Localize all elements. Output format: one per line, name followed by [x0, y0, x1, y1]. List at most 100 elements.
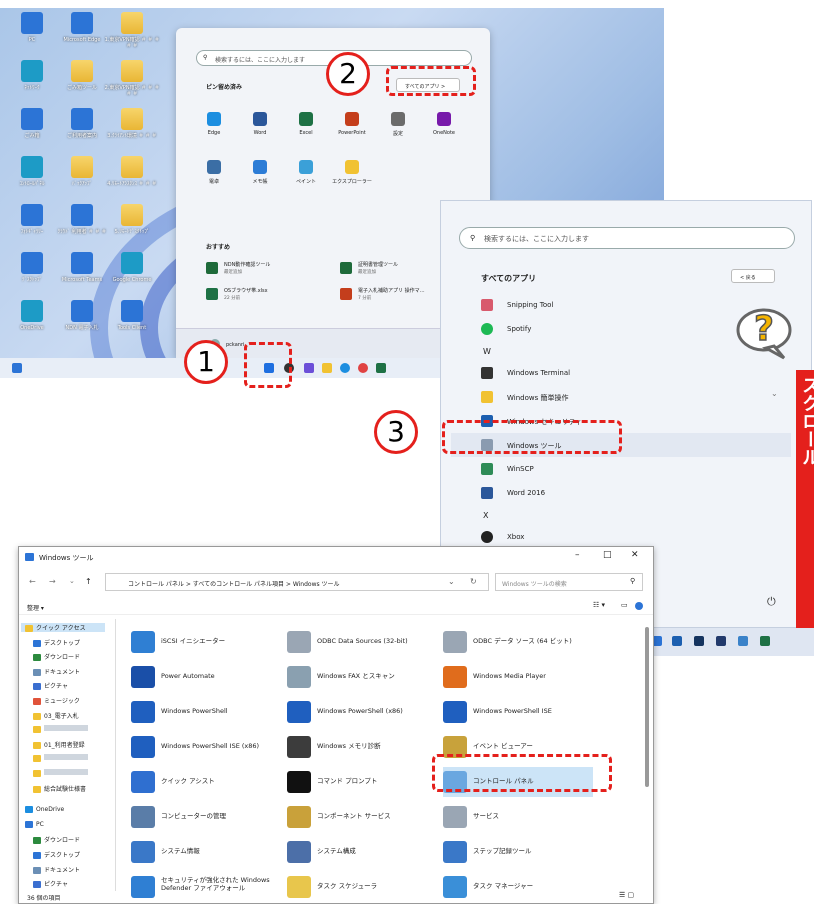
app-list-item[interactable]: Word 2016	[451, 481, 791, 505]
pinned-app[interactable]: 設定	[378, 112, 418, 137]
tool-item[interactable]: ステップ記録ツール	[443, 837, 593, 867]
desktop-icon[interactable]: PC	[4, 12, 60, 43]
tool-item[interactable]: iSCSI イニシエーター	[131, 627, 281, 657]
tool-item[interactable]: ODBC Data Sources (32-bit)	[287, 627, 437, 657]
tool-item[interactable]: システム構成	[287, 837, 437, 867]
minimize-icon[interactable]: –	[575, 550, 580, 560]
tool-icon[interactable]	[738, 636, 748, 646]
desktop-icon[interactable]: ｺﾝﾄﾛｰﾙﾊﾟﾈﾙ	[4, 156, 60, 187]
desktop-icon[interactable]: 2.東京VPN確認 ＃ ＃ ＃ ＃ ＃	[104, 60, 160, 97]
nav-item[interactable]: ミュージック	[33, 696, 80, 705]
desktop-icon[interactable]: Microsoft Edge	[54, 12, 110, 43]
tool-item[interactable]: コンポーネント サービス	[287, 802, 437, 832]
pinned-app[interactable]: Excel	[286, 112, 326, 136]
nav-item[interactable]: OneDrive	[25, 806, 64, 814]
nav-item[interactable]: 01_利用者登録	[33, 740, 85, 749]
recommended-item[interactable]: NDN動作確認ツール 最近追加	[206, 258, 332, 280]
desktop-icon[interactable]: 1.東京VPN確認 ＃ ＃ ＃ ＃ ＃	[104, 12, 160, 49]
desktop-icon[interactable]: 3.ｸﾗｲｱﾝﾄ環境 ＃ ＃ ＃	[104, 108, 160, 139]
preview-pane-icon[interactable]: ▭	[621, 601, 628, 609]
explorer-search-box[interactable]: Windows ツールの検索 ⚲	[495, 573, 643, 591]
chat-icon[interactable]	[304, 363, 314, 373]
widgets-icon[interactable]	[12, 363, 22, 373]
nav-item[interactable]	[33, 725, 88, 734]
nav-item[interactable]: 03_電子入札	[33, 711, 79, 720]
letter-header[interactable]: W	[483, 347, 491, 356]
desktop-icon[interactable]: ﾃﾞｽｸﾄｯﾌﾟ	[4, 252, 60, 283]
tool-item[interactable]: システム情報	[131, 837, 281, 867]
refresh-icon[interactable]: ↻	[470, 577, 477, 586]
acrobat-icon[interactable]	[716, 636, 726, 646]
chevron-down-icon[interactable]: ⌄	[448, 577, 455, 586]
pinned-app[interactable]: ペイント	[286, 160, 326, 185]
desktop-icon[interactable]: ﾊﾞｯｸｱｯﾌﾟ	[54, 156, 110, 187]
l-app-icon[interactable]	[694, 636, 704, 646]
power-icon[interactable]: ⏻	[767, 595, 776, 609]
chrome-icon[interactable]	[358, 363, 368, 373]
details-view-icon[interactable]: ☰ ▢	[619, 891, 634, 899]
tool-item[interactable]: Windows Media Player	[443, 662, 593, 692]
desktop-icon[interactable]: NDN 電子入札	[54, 300, 110, 331]
app-list-item[interactable]: Windows Terminal	[451, 361, 791, 385]
desktop-icon[interactable]: ｸﾗｳﾄﾞ 利用者 ＃ ＃ ＃	[54, 204, 110, 235]
back-arrow-icon[interactable]: ←	[29, 577, 36, 586]
forward-arrow-icon[interactable]: →	[49, 577, 56, 586]
tool-item[interactable]: Windows メモリ診断	[287, 732, 437, 762]
tool-item[interactable]: クイック アシスト	[131, 767, 281, 797]
tool-item[interactable]: Windows PowerShell ISE (x86)	[131, 732, 281, 762]
excel-icon[interactable]	[376, 363, 386, 373]
chevron-down-icon[interactable]: ⌄	[771, 389, 778, 398]
pinned-app[interactable]: 電卓	[194, 160, 234, 185]
desktop-icon[interactable]: 5.ﾘﾓｰﾄﾃﾞｽｸﾄｯﾌﾟ	[104, 204, 160, 235]
nav-item[interactable]: クイック アクセス	[21, 623, 105, 632]
desktop-icon[interactable]: Microsoft Teams	[54, 252, 110, 283]
tool-item[interactable]: Windows PowerShell	[131, 697, 281, 727]
desktop-icon[interactable]: ﾌｫﾄｷﾞｬﾗﾘｰ	[4, 204, 60, 235]
back-button[interactable]: < 戻る	[731, 269, 775, 283]
tool-item[interactable]: Windows PowerShell (x86)	[287, 697, 437, 727]
tool-item[interactable]: コマンド プロンプト	[287, 767, 437, 797]
desktop-icon[interactable]: ごみ箱ツール	[54, 60, 110, 91]
desktop-icon[interactable]: OneDrive	[4, 300, 60, 331]
letter-header[interactable]: X	[483, 511, 488, 520]
desktop-icon[interactable]: Tools Client	[104, 300, 160, 331]
tool-item[interactable]: タスク マネージャー	[443, 872, 593, 902]
tool-item[interactable]: Windows PowerShell ISE	[443, 697, 593, 727]
desktop-icon[interactable]: 4.ﾘﾓｰﾄｱｼｽﾀﾝｽ ＃ ＃ ＃	[104, 156, 160, 187]
app-list-item[interactable]: Windows 簡単操作	[451, 385, 791, 409]
up-arrow-icon[interactable]: ↑	[85, 577, 92, 586]
content-scrollbar[interactable]	[645, 627, 649, 787]
desktop-icon[interactable]: ご利用者案内	[54, 108, 110, 139]
all-apps-search-box[interactable]: ⚲ 検索するには、ここに入力します	[459, 227, 795, 249]
recommended-item[interactable]: OSブラウザ帯.xlsx 22 分前	[206, 284, 332, 306]
pinned-app[interactable]: OneNote	[424, 112, 464, 136]
dropdown-icon[interactable]: ⌄	[69, 577, 75, 585]
nav-item[interactable]: ドキュメント	[33, 865, 80, 874]
pinned-app[interactable]: Word	[240, 112, 280, 136]
tool-item[interactable]: セキュリティが強化された Windows Defender ファイアウォール	[131, 872, 281, 902]
nav-item[interactable]: ピクチャ	[33, 879, 68, 889]
nav-item[interactable]: ドキュメント	[33, 667, 80, 676]
pinned-app[interactable]: メモ帳	[240, 160, 280, 185]
tool-item[interactable]: ODBC データ ソース (64 ビット)	[443, 627, 593, 657]
nav-item[interactable]: ダウンロード	[33, 652, 80, 662]
tool-item[interactable]: Windows FAX とスキャン	[287, 662, 437, 692]
tool-item[interactable]: コンピューターの管理	[131, 802, 281, 832]
mail-icon[interactable]	[672, 636, 682, 646]
nav-item[interactable]: ダウンロード	[33, 835, 80, 845]
pinned-app[interactable]: Edge	[194, 112, 234, 136]
pinned-app[interactable]: PowerPoint	[332, 112, 372, 136]
help-icon[interactable]	[635, 602, 643, 610]
address-bar[interactable]: コントロール パネル > すべてのコントロール パネル項目 > Windows …	[105, 573, 489, 591]
tool-item[interactable]: Power Automate	[131, 662, 281, 692]
edge-icon[interactable]	[340, 363, 350, 373]
view-options-icon[interactable]: ☷ ▾	[593, 601, 605, 609]
desktop-icon[interactable]: ごみ箱	[4, 108, 60, 139]
desktop-icon[interactable]: ﾈｯﾄﾜｰｸ	[4, 60, 60, 91]
excel-icon[interactable]	[760, 636, 770, 646]
close-icon[interactable]: ✕	[631, 550, 639, 560]
nav-item[interactable]: デスクトップ	[33, 850, 80, 859]
tool-item[interactable]: タスク スケジューラ	[287, 872, 437, 902]
pinned-app[interactable]: エクスプローラー	[332, 160, 372, 185]
nav-item[interactable]: デスクトップ	[33, 638, 80, 647]
